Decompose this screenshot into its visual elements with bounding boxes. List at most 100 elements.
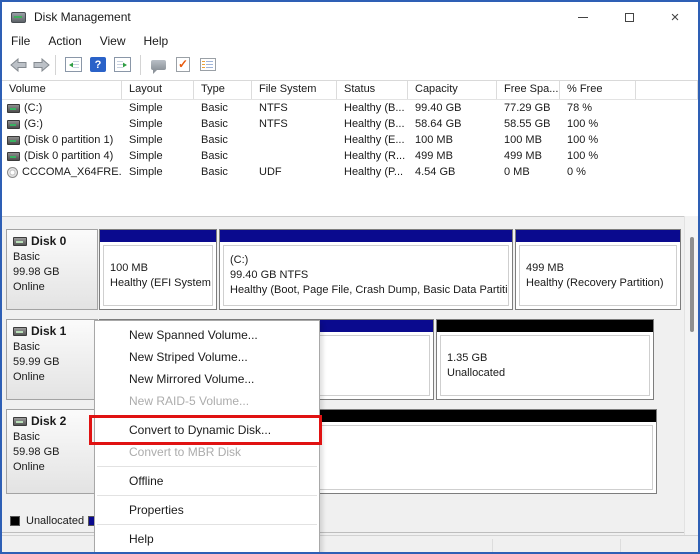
help-icon[interactable]: ? [90,57,106,72]
disk-management-app-icon [11,12,26,23]
disk-status: Online [13,460,97,475]
volume-row-cccoma[interactable]: CCCOMA_X64FRE... Simple Basic UDF Health… [2,164,698,180]
disk-0-info[interactable]: Disk 0 Basic 99.98 GB Online [6,229,98,310]
menu-item-new-raid5-volume: New RAID-5 Volume... [95,390,319,412]
disk-status: Online [13,370,97,385]
menu-item-offline[interactable]: Offline [95,470,319,492]
menu-separator [97,415,317,416]
primary-partition-band [220,230,512,242]
menu-item-new-spanned-volume[interactable]: New Spanned Volume... [95,324,319,346]
partition-size: 100 MB [110,261,212,276]
cell-fs: NTFS [252,102,337,114]
disk-size: 99.98 GB [13,265,97,280]
column-header-volume[interactable]: Volume [2,81,122,99]
disk-icon [13,327,27,336]
menu-separator [97,524,317,525]
action-pane-icon[interactable] [114,57,131,72]
menu-item-convert-to-dynamic-disk[interactable]: Convert to Dynamic Disk... [95,419,319,441]
toolbar-separator [55,55,56,75]
cell-capacity: 4.54 GB [408,166,497,178]
menu-item-convert-to-mbr-disk: Convert to MBR Disk [95,441,319,463]
maximize-icon [625,13,634,22]
cell-capacity: 100 MB [408,134,497,146]
column-header-filler [636,81,698,99]
cell-capacity: 499 MB [408,150,497,162]
popup-menu-icon[interactable] [151,60,166,70]
check-disk-icon[interactable]: ✓ [176,57,190,72]
close-icon: × [671,10,680,25]
cell-status: Healthy (B... [337,102,408,114]
partition-disk1-unallocated[interactable]: 1.35 GB Unallocated [436,319,654,400]
partition-c[interactable]: (C:) 99.40 GB NTFS Healthy (Boot, Page F… [219,229,513,310]
column-header-capacity[interactable]: Capacity [408,81,497,99]
disk-volume-icon [7,136,20,145]
cell-layout: Simple [122,118,194,130]
partition-status: Unallocated [447,366,649,381]
maximize-button[interactable] [606,2,652,32]
menu-item-help[interactable]: Help [95,528,319,550]
column-header-type[interactable]: Type [194,81,252,99]
volume-table-header: Volume Layout Type File System Status Ca… [2,81,698,100]
vertical-scrollbar[interactable] [684,216,698,535]
column-header-freespace[interactable]: Free Spa... [497,81,560,99]
cell-free: 0 MB [497,166,560,178]
close-button[interactable]: × [652,2,698,32]
menu-action[interactable]: Action [39,34,90,48]
scrollbar-thumb[interactable] [690,237,694,332]
disk-1-info[interactable]: Disk 1 Basic 59.99 GB Online [6,319,98,400]
menu-help[interactable]: Help [135,34,178,48]
properties-icon[interactable] [200,58,216,71]
cell-layout: Simple [122,166,194,178]
toolbar: ? ✓ [2,49,698,80]
disk-name: Disk 2 [31,414,66,428]
partition-status: Healthy (Boot, Page File, Crash Dump, Ba… [230,283,508,298]
menu-item-new-striped-volume[interactable]: New Striped Volume... [95,346,319,368]
partition-size: 1.35 GB [447,351,649,366]
title-bar: Disk Management × [2,2,698,32]
cell-layout: Simple [122,102,194,114]
cell-status: Healthy (R... [337,150,408,162]
forward-arrow-icon[interactable] [33,58,50,72]
statusbar-divider [492,539,493,553]
column-header-pctfree[interactable]: % Free [560,81,636,99]
cell-fs: UDF [252,166,337,178]
cell-pct: 100 % [560,150,636,162]
disk-management-window: Disk Management × File Action View Help … [0,0,700,554]
disk-type: Basic [13,430,97,445]
cell-pct: 100 % [560,118,636,130]
menu-item-properties[interactable]: Properties [95,499,319,521]
back-arrow-icon[interactable] [10,58,27,72]
volume-row-disk0-part1[interactable]: (Disk 0 partition 1) Simple Basic Health… [2,132,698,148]
cell-free: 100 MB [497,134,560,146]
partition-status: Healthy (EFI System P [110,276,212,291]
volume-row-disk0-part4[interactable]: (Disk 0 partition 4) Simple Basic Health… [2,148,698,164]
disk-icon [13,237,27,246]
partition-recovery[interactable]: 499 MB Healthy (Recovery Partition) [515,229,681,310]
cell-pct: 100 % [560,134,636,146]
column-header-filesystem[interactable]: File System [252,81,337,99]
column-header-status[interactable]: Status [337,81,408,99]
volume-row-g[interactable]: (G:) Simple Basic NTFS Healthy (B... 58.… [2,116,698,132]
cell-capacity: 58.64 GB [408,118,497,130]
column-header-layout[interactable]: Layout [122,81,194,99]
disk-volume-icon [7,120,20,129]
menu-file[interactable]: File [2,34,39,48]
cell-type: Basic [194,166,252,178]
cell-type: Basic [194,134,252,146]
volume-row-c[interactable]: (C:) Simple Basic NTFS Healthy (B... 99.… [2,100,698,116]
disk-2-info[interactable]: Disk 2 Basic 59.98 GB Online [6,409,98,494]
cell-type: Basic [194,102,252,114]
console-tree-icon[interactable] [65,57,82,72]
minimize-icon [578,17,588,18]
menu-item-new-mirrored-volume[interactable]: New Mirrored Volume... [95,368,319,390]
partition-efi[interactable]: 100 MB Healthy (EFI System P [99,229,217,310]
volume-name: (Disk 0 partition 1) [24,134,113,146]
disk-volume-icon [7,152,20,161]
cell-layout: Simple [122,150,194,162]
volume-name: (Disk 0 partition 4) [24,150,113,162]
menu-separator [97,466,317,467]
menu-view[interactable]: View [91,34,135,48]
minimize-button[interactable] [560,2,606,32]
cell-capacity: 99.40 GB [408,102,497,114]
disk-context-menu: New Spanned Volume... New Striped Volume… [94,320,320,554]
